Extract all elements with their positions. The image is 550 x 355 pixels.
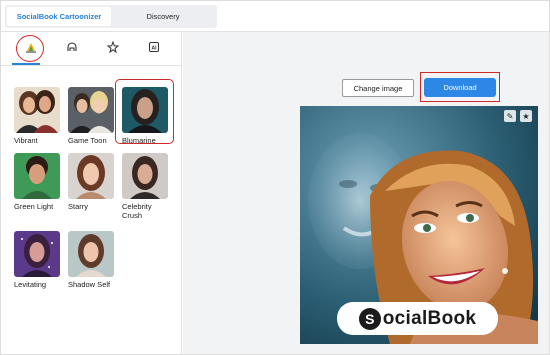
edit-icon[interactable]: ✎ <box>504 110 516 122</box>
style-thumbnail <box>122 87 168 133</box>
change-image-button[interactable]: Change image <box>342 79 414 97</box>
svg-text:AI: AI <box>152 45 158 51</box>
watermark-badge: S ocialBook <box>337 302 498 335</box>
sparkle-star-icon[interactable] <box>102 36 124 58</box>
style-label: Vibrant <box>14 136 38 145</box>
preview-area: Change image Download ✎ ★ S ocialBook <box>183 32 549 354</box>
tab-socialbook-cartoonizer[interactable]: SocialBook Cartoonizer <box>7 7 111 26</box>
top-tab-bar: SocialBook Cartoonizer Discovery <box>1 1 549 32</box>
star-icon[interactable]: ★ <box>520 110 532 122</box>
helmet-icon[interactable] <box>61 36 83 58</box>
tab-discovery[interactable]: Discovery <box>111 7 215 26</box>
watermark-text: ocialBook <box>382 307 477 329</box>
style-thumbnail <box>14 87 60 133</box>
style-card-shadow-self[interactable]: Shadow Self <box>68 231 118 289</box>
style-panel: AI Vibrant Game Toon Blumarine Green Lig… <box>1 32 182 354</box>
style-card-celebrity-crush[interactable]: Celebrity Crush <box>122 153 172 220</box>
style-label: Game Toon <box>68 136 107 145</box>
highlight-circle <box>16 35 44 62</box>
style-card-starry[interactable]: Starry <box>68 153 118 211</box>
style-thumbnail <box>122 153 168 199</box>
style-thumbnail <box>68 231 114 277</box>
style-card-green-light[interactable]: Green Light <box>14 153 64 211</box>
socialbook-logo-icon: S <box>358 307 381 330</box>
style-label: Blumarine <box>122 136 156 145</box>
style-thumbnail <box>68 87 114 133</box>
style-label: Green Light <box>14 202 54 211</box>
app-window: SocialBook Cartoonizer Discovery AI Vibr… <box>0 0 550 355</box>
style-card-game-toon[interactable]: Game Toon <box>68 87 118 145</box>
ai-icon[interactable]: AI <box>143 36 165 58</box>
style-label: Shadow Self <box>68 280 111 289</box>
cartoon-result-image: ✎ ★ S ocialBook <box>300 106 538 344</box>
divider <box>1 65 182 66</box>
download-button[interactable]: Download <box>424 78 496 97</box>
style-thumbnail <box>14 153 60 199</box>
style-card-levitating[interactable]: Levitating <box>14 231 64 289</box>
style-label: Celebrity Crush <box>122 202 152 220</box>
tab-group: SocialBook Cartoonizer Discovery <box>5 5 217 28</box>
style-card-vibrant[interactable]: Vibrant <box>14 87 64 145</box>
style-card-blumarine[interactable]: Blumarine <box>122 87 172 145</box>
style-thumbnail <box>14 231 60 277</box>
style-label: Levitating <box>14 280 47 289</box>
style-label: Starry <box>68 202 89 211</box>
style-thumbnail <box>68 153 114 199</box>
category-icon-tabs: AI <box>1 32 181 65</box>
